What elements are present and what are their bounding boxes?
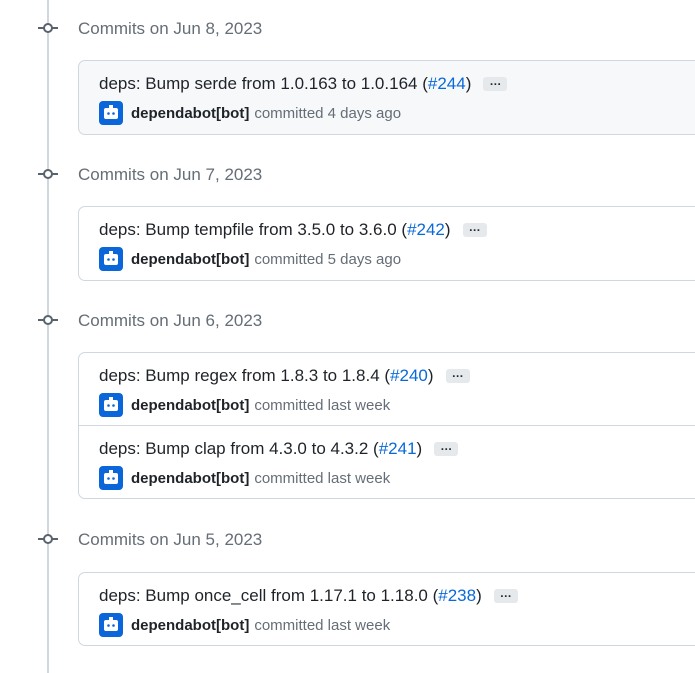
commit-time[interactable]: committed 5 days ago (254, 251, 401, 268)
dependabot-icon[interactable] (99, 466, 123, 490)
git-commit-icon (38, 23, 58, 33)
commit-group: deps: Bump regex from 1.8.3 to 1.8.4 (#2… (78, 352, 695, 499)
date-header: Commits on Jun 6, 2023 (0, 308, 695, 332)
date-label: Commits on Jun 8, 2023 (78, 19, 263, 38)
commit-author[interactable]: dependabot[bot] (131, 470, 249, 487)
expand-message-button[interactable]: … (462, 221, 487, 237)
commit-group: deps: Bump serde from 1.0.163 to 1.0.164… (78, 60, 695, 135)
date-label: Commits on Jun 7, 2023 (78, 165, 263, 184)
commit-row: deps: Bump regex from 1.8.3 to 1.8.4 (#2… (79, 353, 695, 425)
commit-author[interactable]: dependabot[bot] (131, 397, 249, 414)
commit-group: deps: Bump tempfile from 3.5.0 to 3.6.0 … (78, 206, 695, 281)
commit-title[interactable]: deps: Bump regex from 1.8.3 to 1.8.4 (99, 366, 380, 386)
dependabot-icon[interactable] (99, 613, 123, 637)
dependabot-icon[interactable] (99, 101, 123, 125)
date-header: Commits on Jun 5, 2023 (0, 527, 695, 551)
git-commit-icon (38, 315, 58, 325)
git-commit-icon (38, 534, 58, 544)
commit-author[interactable]: dependabot[bot] (131, 617, 249, 634)
commit-group: deps: Bump once_cell from 1.17.1 to 1.18… (78, 572, 695, 646)
pr-link[interactable]: #240 (390, 366, 428, 386)
commit-meta: dependabot[bot] committed last week (99, 466, 390, 490)
commit-row: deps: Bump tempfile from 3.5.0 to 3.6.0 … (79, 207, 695, 279)
commit-title[interactable]: deps: Bump clap from 4.3.0 to 4.3.2 (99, 439, 368, 459)
commit-title-line: deps: Bump clap from 4.3.0 to 4.3.2 (#24… (99, 439, 459, 459)
expand-message-button[interactable]: … (434, 440, 459, 456)
commit-title-line: deps: Bump serde from 1.0.163 to 1.0.164… (99, 74, 508, 94)
pr-link[interactable]: #238 (438, 586, 476, 606)
commit-author[interactable]: dependabot[bot] (131, 105, 249, 122)
commit-title[interactable]: deps: Bump serde from 1.0.163 to 1.0.164 (99, 74, 417, 94)
commit-time[interactable]: committed last week (254, 617, 390, 634)
commit-row: deps: Bump serde from 1.0.163 to 1.0.164… (79, 61, 695, 133)
commit-meta: dependabot[bot] committed 4 days ago (99, 101, 401, 125)
commit-time[interactable]: committed last week (254, 470, 390, 487)
commit-author[interactable]: dependabot[bot] (131, 251, 249, 268)
git-commit-icon (38, 169, 58, 179)
commit-time[interactable]: committed last week (254, 397, 390, 414)
date-label: Commits on Jun 5, 2023 (78, 530, 263, 549)
commit-title[interactable]: deps: Bump tempfile from 3.5.0 to 3.6.0 (99, 220, 397, 240)
date-header: Commits on Jun 8, 2023 (0, 16, 695, 40)
expand-message-button[interactable]: … (493, 587, 518, 603)
pr-link[interactable]: #244 (428, 74, 466, 94)
commit-timeline: Commits on Jun 8, 2023 deps: Bump serde … (0, 0, 695, 673)
commit-meta: dependabot[bot] committed last week (99, 393, 390, 417)
dependabot-icon[interactable] (99, 393, 123, 417)
expand-message-button[interactable]: … (445, 367, 470, 383)
pr-link[interactable]: #242 (407, 220, 445, 240)
date-header: Commits on Jun 7, 2023 (0, 162, 695, 186)
commit-title[interactable]: deps: Bump once_cell from 1.17.1 to 1.18… (99, 586, 428, 606)
timeline-line (47, 0, 49, 673)
dependabot-icon[interactable] (99, 247, 123, 271)
commit-row: deps: Bump once_cell from 1.17.1 to 1.18… (79, 573, 695, 645)
date-label: Commits on Jun 6, 2023 (78, 311, 263, 330)
commit-meta: dependabot[bot] committed last week (99, 613, 390, 637)
commit-meta: dependabot[bot] committed 5 days ago (99, 247, 401, 271)
commit-title-line: deps: Bump regex from 1.8.3 to 1.8.4 (#2… (99, 366, 470, 386)
commit-title-line: deps: Bump once_cell from 1.17.1 to 1.18… (99, 586, 518, 606)
expand-message-button[interactable]: … (483, 75, 508, 91)
commit-row: deps: Bump clap from 4.3.0 to 4.3.2 (#24… (79, 425, 695, 497)
commit-title-line: deps: Bump tempfile from 3.5.0 to 3.6.0 … (99, 220, 487, 240)
commit-time[interactable]: committed 4 days ago (254, 105, 401, 122)
pr-link[interactable]: #241 (379, 439, 417, 459)
